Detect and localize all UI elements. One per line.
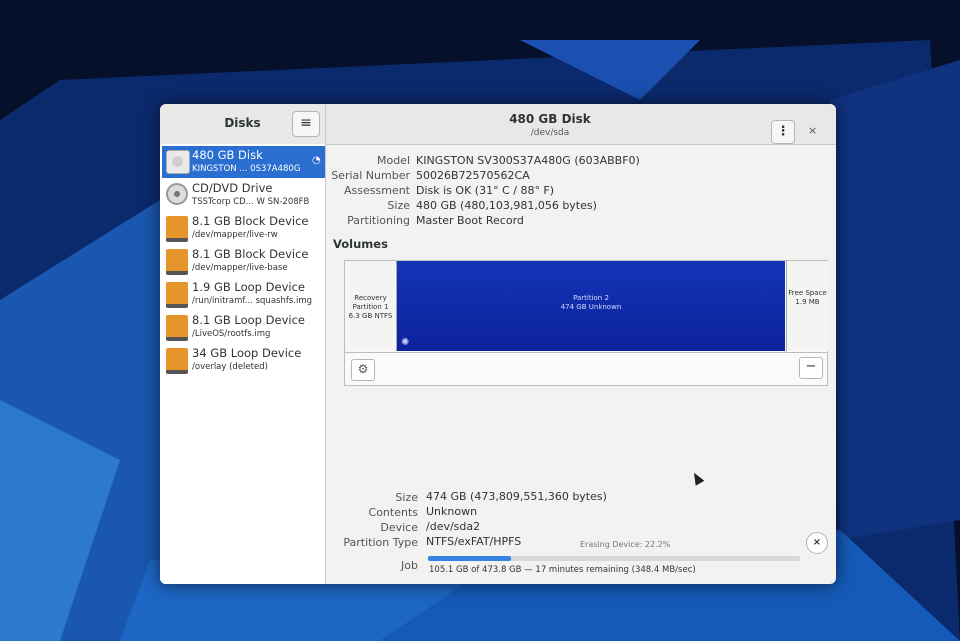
volumes-map: Recovery Partition 1 6.3 GB NTFS Partiti… — [344, 260, 828, 386]
model-label: Model — [376, 154, 410, 167]
sidebar-item-desc: /dev/mapper/live-rw — [192, 230, 278, 240]
cd-icon — [166, 183, 188, 205]
partition-type-label: Partition Type — [343, 536, 418, 549]
cancel-job-icon[interactable]: × — [806, 532, 828, 554]
sidebar-item-desc: /overlay (deleted) — [192, 362, 268, 372]
partitioning-label: Partitioning — [347, 214, 410, 227]
volume-toolbar: ⚙ − — [345, 352, 827, 386]
block-device-icon — [166, 348, 188, 374]
sidebar-item-desc: /run/initramf... squashfs.img — [192, 296, 313, 306]
free-space-segment[interactable]: Free Space 1.9 MB — [786, 261, 828, 351]
job-detail: 105.1 GB of 473.8 GB — 17 minutes remain… — [429, 565, 696, 575]
disk-device-path: /dev/sda — [530, 128, 570, 138]
remove-partition-icon[interactable]: − — [799, 357, 823, 379]
disks-window: Disks ≡ 480 GB Disk /dev/sda ⋮ × 480 GB … — [160, 104, 836, 584]
job-status: Erasing Device: 22.2% — [580, 540, 671, 549]
partitioning-value: Master Boot Record — [416, 214, 524, 227]
disk-title: 480 GB Disk — [509, 112, 591, 126]
volumes-heading: Volumes — [333, 237, 388, 251]
sidebar-item-desc: /LiveOS/rootfs.img — [192, 329, 271, 339]
device-sidebar: 480 GB Disk KINGSTON ... 0S37A480G ◔ CD/… — [160, 144, 326, 584]
serial-value: 50026B72570562CA — [416, 169, 530, 182]
spinner-icon: ◔ — [312, 155, 321, 166]
contents-value: Unknown — [426, 505, 478, 518]
sidebar-item-label: 8.1 GB Block Device — [192, 214, 309, 228]
assessment-value: Disk is OK (31° C / 88° F) — [416, 184, 555, 197]
job-progress-bar — [428, 556, 800, 561]
sidebar-item-desc: TSSTcorp CD... W SN-208FB — [192, 197, 310, 207]
header-sidebar-section: Disks ≡ — [160, 104, 326, 144]
partition-2-segment[interactable]: Partition 2 474 GB Unknown — [397, 261, 785, 351]
sidebar-item-desc: KINGSTON ... 0S37A480G — [192, 164, 301, 174]
device-value: /dev/sda2 — [426, 520, 481, 533]
partition-label: Partition 2 — [573, 294, 609, 302]
sidebar-item-label: 8.1 GB Loop Device — [192, 313, 305, 327]
contents-label: Contents — [368, 506, 418, 519]
kebab-menu-icon[interactable]: ⋮ — [771, 120, 795, 144]
sidebar-item-label: 480 GB Disk — [192, 148, 263, 162]
sidebar-item-desc: /dev/mapper/live-base — [192, 263, 288, 273]
model-value: KINGSTON SV300S37A480G (603ABBF0) — [416, 154, 640, 167]
partition-label: Partition 1 — [352, 303, 389, 311]
busy-spinner-icon: ✺ — [401, 337, 410, 348]
partition-1-segment[interactable]: Recovery Partition 1 6.3 GB NTFS — [345, 261, 397, 351]
disk-details-panel: Model KINGSTON SV300S37A480G (603ABBF0) … — [330, 144, 830, 584]
partition-type-value: NTFS/exFAT/HPFS — [426, 535, 522, 548]
block-device-icon — [166, 249, 188, 275]
partition-label: 474 GB Unknown — [560, 303, 622, 311]
sidebar-item-label: 34 GB Loop Device — [192, 346, 302, 360]
partition-size-label: Size — [395, 491, 418, 504]
sidebar-item-label: 8.1 GB Block Device — [192, 247, 309, 261]
block-device-icon — [166, 282, 188, 308]
window-close-icon[interactable]: × — [808, 124, 817, 137]
sidebar-item-loop-overlay[interactable]: 34 GB Loop Device /overlay (deleted) — [162, 344, 325, 376]
job-label: Job — [401, 559, 418, 572]
sidebar-item-block-device-rw[interactable]: 8.1 GB Block Device /dev/mapper/live-rw — [162, 212, 325, 244]
hdd-icon — [166, 150, 190, 174]
sidebar-item-480gb-disk[interactable]: 480 GB Disk KINGSTON ... 0S37A480G ◔ — [162, 146, 325, 178]
block-device-icon — [166, 315, 188, 341]
size-value: 480 GB (480,103,981,056 bytes) — [416, 199, 597, 212]
hamburger-menu-icon[interactable]: ≡ — [292, 111, 320, 137]
block-device-icon — [166, 216, 188, 242]
size-label: Size — [387, 199, 410, 212]
partition-label: Free Space — [788, 289, 827, 297]
serial-label: Serial Number — [331, 169, 410, 182]
partition-label: 6.3 GB NTFS — [348, 312, 393, 320]
header-bar: Disks ≡ 480 GB Disk /dev/sda ⋮ × — [160, 104, 836, 145]
job-progress-fill — [428, 556, 511, 561]
sidebar-item-block-device-base[interactable]: 8.1 GB Block Device /dev/mapper/live-bas… — [162, 245, 325, 277]
partition-label: 1.9 MB — [795, 298, 820, 306]
partition-label: Recovery — [354, 294, 387, 302]
device-label: Device — [380, 521, 418, 534]
sidebar-item-loop-rootfs[interactable]: 8.1 GB Loop Device /LiveOS/rootfs.img — [162, 311, 325, 343]
gear-icon[interactable]: ⚙ — [351, 359, 375, 381]
partition-size-value: 474 GB (473,809,551,360 bytes) — [426, 490, 607, 503]
sidebar-item-cd-dvd-drive[interactable]: CD/DVD Drive TSSTcorp CD... W SN-208FB — [162, 179, 325, 211]
assessment-label: Assessment — [344, 184, 410, 197]
sidebar-item-label: CD/DVD Drive — [192, 181, 273, 195]
sidebar-item-label: 1.9 GB Loop Device — [192, 280, 305, 294]
sidebar-item-loop-squashfs[interactable]: 1.9 GB Loop Device /run/initramf... squa… — [162, 278, 325, 310]
